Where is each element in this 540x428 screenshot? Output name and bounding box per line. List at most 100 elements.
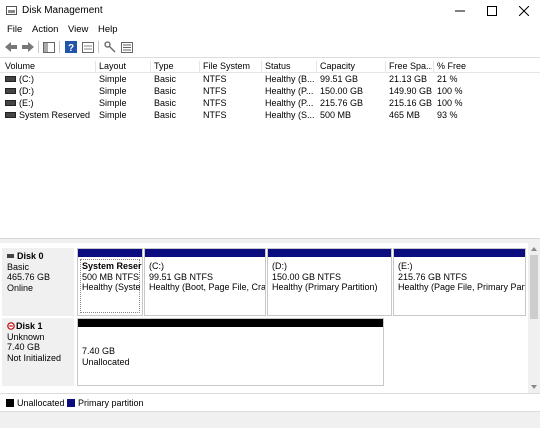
volume-capacity: 500 MB (320, 110, 352, 120)
column-header-file-system[interactable]: File System (199, 61, 261, 72)
volume-type: Basic (154, 74, 177, 84)
menu-action[interactable]: Action (32, 24, 58, 35)
close-icon (519, 6, 529, 16)
volume-list-header: Volume Layout Type File System Status Ca… (0, 60, 540, 73)
back-button[interactable] (4, 40, 18, 54)
menu-bar: File Action View Help (0, 22, 540, 37)
drive-icon (5, 111, 16, 118)
drive-icon (5, 87, 16, 94)
minimize-button[interactable] (444, 0, 476, 22)
legend: Unallocated Primary partition (0, 393, 540, 412)
volume-row[interactable]: (E:) Simple Basic NTFS Healthy (P... 215… (0, 97, 540, 109)
volume-type: Basic (154, 86, 177, 96)
scroll-up-icon[interactable] (528, 244, 540, 254)
volume-capacity: 150.00 GB (320, 86, 364, 96)
column-header-capacity[interactable]: Capacity (316, 61, 384, 72)
maximize-icon (487, 6, 497, 16)
partition-unallocated[interactable]: 7.40 GB Unallocated (77, 318, 384, 386)
volume-percent-free: 21 % (437, 74, 458, 84)
disk-0-label[interactable]: Disk 0 Basic 465.76 GB Online (2, 248, 74, 316)
volume-row[interactable]: (D:) Simple Basic NTFS Healthy (P... 150… (0, 85, 540, 97)
primary-partition-bar (394, 249, 525, 257)
partition-d[interactable]: (D:) 150.00 GB NTFS Healthy (Primary Par… (267, 248, 392, 316)
volume-name: (E:) (5, 98, 34, 108)
volume-free-space: 215.16 GB (389, 98, 433, 108)
status-bar (0, 411, 540, 428)
console-tree-icon (43, 41, 55, 53)
disk-1-label[interactable]: Disk 1 Unknown 7.40 GB Not Initialized (2, 318, 74, 386)
unallocated-bar (78, 319, 383, 327)
list-view-button[interactable] (120, 40, 134, 54)
minimize-icon (455, 10, 465, 12)
column-header-status[interactable]: Status (261, 61, 315, 72)
volume-name: System Reserved (5, 110, 90, 120)
maximize-button[interactable] (476, 0, 508, 22)
volume-file-system: NTFS (203, 98, 227, 108)
partition-name: (E:) (398, 261, 413, 271)
key-button[interactable] (103, 40, 117, 54)
partition-e[interactable]: (E:) 215.76 GB NTFS Healthy (Page File, … (393, 248, 526, 316)
key-icon (104, 41, 116, 53)
column-header-type[interactable]: Type (150, 61, 199, 72)
partition-status: Healthy (Boot, Page File, Cras (149, 282, 266, 292)
toolbar-separator (59, 41, 60, 53)
column-header-free-space[interactable]: Free Spa... (385, 61, 432, 72)
volume-status: Healthy (B... (265, 74, 315, 84)
console-tree-button[interactable] (42, 40, 56, 54)
volume-layout: Simple (99, 98, 127, 108)
column-header-percent-free[interactable]: % Free (433, 61, 537, 72)
partition-system-reserved[interactable]: System Reser 500 MB NTFS Healthy (Syste (77, 248, 143, 316)
volume-row[interactable]: (C:) Simple Basic NTFS Healthy (B... 99.… (0, 73, 540, 85)
close-button[interactable] (508, 0, 540, 22)
partition-status: Healthy (Primary Partition) (272, 282, 378, 292)
partition-size: 215.76 GB NTFS (398, 271, 468, 282)
partition-c[interactable]: (C:) 99.51 GB NTFS Healthy (Boot, Page F… (144, 248, 266, 316)
partition-status: Healthy (Page File, Primary Parti (398, 282, 526, 292)
volume-capacity: 215.76 GB (320, 98, 364, 108)
volume-file-system: NTFS (203, 86, 227, 96)
menu-help[interactable]: Help (98, 24, 118, 35)
volume-type: Basic (154, 110, 177, 120)
svg-text:?: ? (68, 43, 74, 53)
vertical-scrollbar[interactable] (528, 243, 540, 393)
back-icon (5, 42, 17, 52)
menu-view[interactable]: View (68, 24, 88, 35)
partition-name: System Reser (82, 261, 142, 271)
properties-icon (82, 41, 94, 53)
volume-name: (D:) (5, 86, 34, 96)
menu-file[interactable]: File (7, 24, 22, 35)
partition-info: (E:) 215.76 GB NTFS Healthy (Page File, … (398, 261, 526, 293)
disk-size: 7.40 GB (7, 342, 41, 352)
volume-row[interactable]: System Reserved Simple Basic NTFS Health… (0, 109, 540, 121)
toolbar: ? (0, 37, 540, 58)
drive-icon (5, 75, 16, 82)
help-icon: ? (65, 41, 77, 53)
column-header-volume[interactable]: Volume (2, 61, 93, 72)
disk-name: Disk 1 (16, 321, 43, 331)
forward-button[interactable] (21, 40, 35, 54)
drive-icon (5, 99, 16, 106)
partition-name: (D:) (272, 261, 287, 271)
scroll-down-icon[interactable] (528, 382, 540, 392)
volume-status: Healthy (P... (265, 86, 314, 96)
help-button[interactable]: ? (64, 40, 78, 54)
partition-size: 500 MB NTFS (82, 271, 140, 282)
primary-partition-bar (268, 249, 391, 257)
disk-type: Unknown (7, 331, 45, 342)
volume-capacity: 99.51 GB (320, 74, 359, 84)
partition-size: 7.40 GB (82, 346, 116, 356)
properties-button[interactable] (81, 40, 95, 54)
column-header-layout[interactable]: Layout (95, 61, 149, 72)
volume-free-space: 21.13 GB (389, 74, 428, 84)
disk-name: Disk 0 (17, 251, 44, 261)
window-title: Disk Management (22, 5, 103, 16)
partition-info: (C:) 99.51 GB NTFS Healthy (Boot, Page F… (149, 261, 266, 293)
partition-info: (D:) 150.00 GB NTFS Healthy (Primary Par… (272, 261, 378, 293)
volume-percent-free: 100 % (437, 86, 463, 96)
disk-state: Online (7, 282, 34, 293)
partition-name: (C:) (149, 261, 164, 271)
title-bar: Disk Management (0, 0, 540, 22)
toolbar-separator (38, 41, 39, 53)
toolbar-separator (98, 41, 99, 53)
scroll-thumb[interactable] (530, 255, 538, 319)
